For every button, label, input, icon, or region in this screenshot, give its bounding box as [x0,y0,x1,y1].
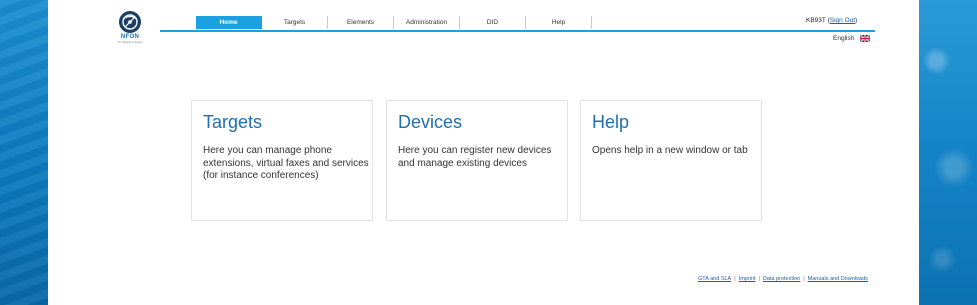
logo-tagline: The Telephone System [117,41,143,44]
card-title: Targets [203,112,263,132]
card-title: Devices [398,112,463,132]
card-description: Here you can manage phone extensions, vi… [203,145,369,181]
uk-flag-icon[interactable] [860,35,870,42]
nav-tab-help[interactable]: Help [526,16,592,29]
footer-links: GTA and SLA | Imprint | Data protection | Manu… [698,276,868,282]
card-description: Here you can register new devices and ma… [398,145,552,169]
main-nav: Home Targets Elements Administration DID… [160,16,875,32]
nav-tab-targets[interactable]: Targets [262,16,328,29]
card-help[interactable]: Help Opens help in a new window or tab [580,100,762,221]
footer-separator: | [803,276,805,282]
background-right [919,0,977,305]
sign-out-link[interactable]: Sign Out [830,17,855,24]
card-targets[interactable]: Targets Here you can manage phone extens… [191,100,373,221]
nav-tab-elements[interactable]: Elements [328,16,394,29]
username: KB93T [806,17,826,24]
nav-tab-administration[interactable]: Administration [394,16,460,29]
user-info: KB93T (Sign Out) [806,17,858,24]
footer-link-gta-sla[interactable]: GTA and SLA [698,276,731,282]
nav-tab-did[interactable]: DID [460,16,526,29]
language-label[interactable]: English [833,35,854,42]
footer-link-data-protection[interactable]: Data protection [763,276,800,282]
card-devices[interactable]: Devices Here you can register new device… [386,100,568,221]
logo-wordmark: NFON [120,34,140,40]
footer-separator: | [734,276,736,282]
card-title: Help [592,112,630,132]
card-description: Opens help in a new window or tab [592,145,748,156]
nfon-logo[interactable]: NFON The Telephone System [116,10,144,48]
nav-tab-home[interactable]: Home [196,16,262,29]
footer-separator: | [758,276,760,282]
page-container: NFON The Telephone System Home Targets E… [48,0,919,305]
nfon-globe-icon [119,11,141,33]
background-left [0,0,48,305]
footer-link-manuals[interactable]: Manuals and Downloads [808,276,868,282]
footer-link-imprint[interactable]: Imprint [739,276,756,282]
